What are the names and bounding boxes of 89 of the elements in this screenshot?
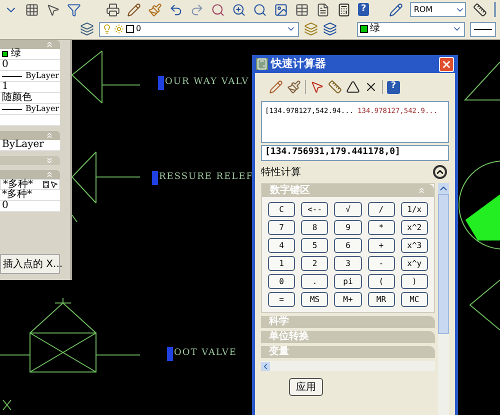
drawing-label: OUR WAY VALV [165,76,250,90]
property-value: 绿 [11,49,21,59]
undo-icon[interactable] [168,2,183,17]
calculator-key[interactable]: M+ [334,292,362,307]
drawing-label: OOT VALVE [174,347,237,360]
calculator-key[interactable]: ( [368,274,395,289]
apply-button[interactable]: 应用 [289,378,323,396]
scrollbar-thumb[interactable] [438,194,449,334]
calculator-key[interactable]: 5 [301,238,328,253]
calculator-key[interactable]: 7 [268,220,296,235]
property-value: *多种* [2,190,32,200]
close-icon [441,58,452,70]
color-dropdown[interactable]: 绿 [357,22,465,37]
calculator-key[interactable]: / [368,202,395,217]
search-icon[interactable] [252,2,267,17]
property-value: ByLayer [25,72,59,80]
pencil-icon[interactable] [126,2,141,17]
calculator-key[interactable]: <-- [301,202,328,217]
calculator-key[interactable]: MR [368,292,395,307]
help-icon[interactable]: ? [387,80,400,94]
color-swatch-icon [2,51,8,57]
image-icon[interactable] [274,2,288,17]
calculator-key[interactable]: MS [301,292,328,307]
calculator-key[interactable]: 6 [334,238,362,253]
calculator-key[interactable]: + [368,238,395,253]
linetype-dropdown[interactable] [470,22,496,37]
sun-icon [114,24,124,34]
calculator-key[interactable]: MC [400,292,428,307]
grip-marker[interactable] [152,171,158,185]
text-style-dropdown[interactable]: ROM [410,2,466,18]
redo-icon[interactable] [190,2,204,17]
calculator-key[interactable]: - [368,256,395,271]
calculator-key[interactable]: 9 [334,220,362,235]
calculator-key[interactable]: x^3 [400,238,428,253]
collapse-button[interactable] [433,165,447,179]
table-icon[interactable] [294,2,309,17]
brush-icon[interactable] [148,2,162,17]
property-value: 0 [2,60,8,70]
property-value: *多种* [3,180,33,190]
calculator-key[interactable]: x^y [400,256,428,271]
layer-dropdown[interactable]: 0 [99,22,299,37]
property-value: 0 [2,201,8,211]
calculator-key[interactable]: 8 [301,220,328,235]
calculator-key[interactable]: 3 [334,256,362,271]
close-button[interactable] [439,56,454,72]
calculator-key[interactable]: ) [400,274,428,289]
lightbulb-icon [102,24,112,34]
calculator-key[interactable]: 0 [268,274,296,289]
calculator-key[interactable]: 4 [268,238,296,253]
input-field[interactable]: [134.756931,179.441178,0] [261,145,449,161]
window-title: 快速计算器 [271,56,327,72]
printer-icon[interactable] [106,2,120,17]
scroll-up-icon[interactable] [438,183,449,194]
calculator-key[interactable]: pi [334,274,362,289]
scroll-left-icon[interactable] [261,362,270,370]
calculator-icon[interactable] [336,2,351,17]
property-value: 随颜色 [2,93,32,103]
grip-marker[interactable] [158,76,164,90]
calculator-key[interactable]: . [301,274,328,289]
distance-icon[interactable] [328,80,342,94]
document-icon[interactable] [316,2,330,17]
section-label: 特性计算 [261,166,301,180]
color-swatch-icon [360,25,368,34]
chevron-up-icon [435,167,445,177]
pointer-icon[interactable] [50,180,58,189]
property-value: ByLayer [25,105,59,113]
calculator-key[interactable]: 1 [268,256,296,271]
app-icon [256,58,268,70]
grip-marker[interactable] [167,347,173,361]
layers-icon[interactable] [80,22,94,36]
horizontal-scrollbar[interactable] [261,361,435,371]
property-value: ByLayer [2,140,44,150]
layer-color-icon [126,25,134,34]
zoom-icon[interactable] [232,2,246,17]
calculator-icon[interactable] [42,180,50,189]
calculator-key[interactable]: * [368,220,395,235]
calculator-key[interactable]: √ [334,202,362,217]
calculator-key[interactable]: = [268,292,296,307]
filter-icon[interactable] [67,2,81,17]
calculator-key[interactable]: 2 [301,256,328,271]
property-value: 1 [2,82,8,92]
vertical-scrollbar[interactable] [438,183,449,415]
calculator-key[interactable]: 1/x [400,202,428,217]
help-icon[interactable]: ? [358,3,370,16]
pointer-icon[interactable] [46,2,60,17]
calculator-key[interactable]: x^2 [400,220,428,235]
insert-point-button[interactable]: 插入点的 X... [0,254,60,274]
drawing-label: RESSURE RELEF [159,171,254,184]
calculator-key[interactable]: C [268,202,296,217]
